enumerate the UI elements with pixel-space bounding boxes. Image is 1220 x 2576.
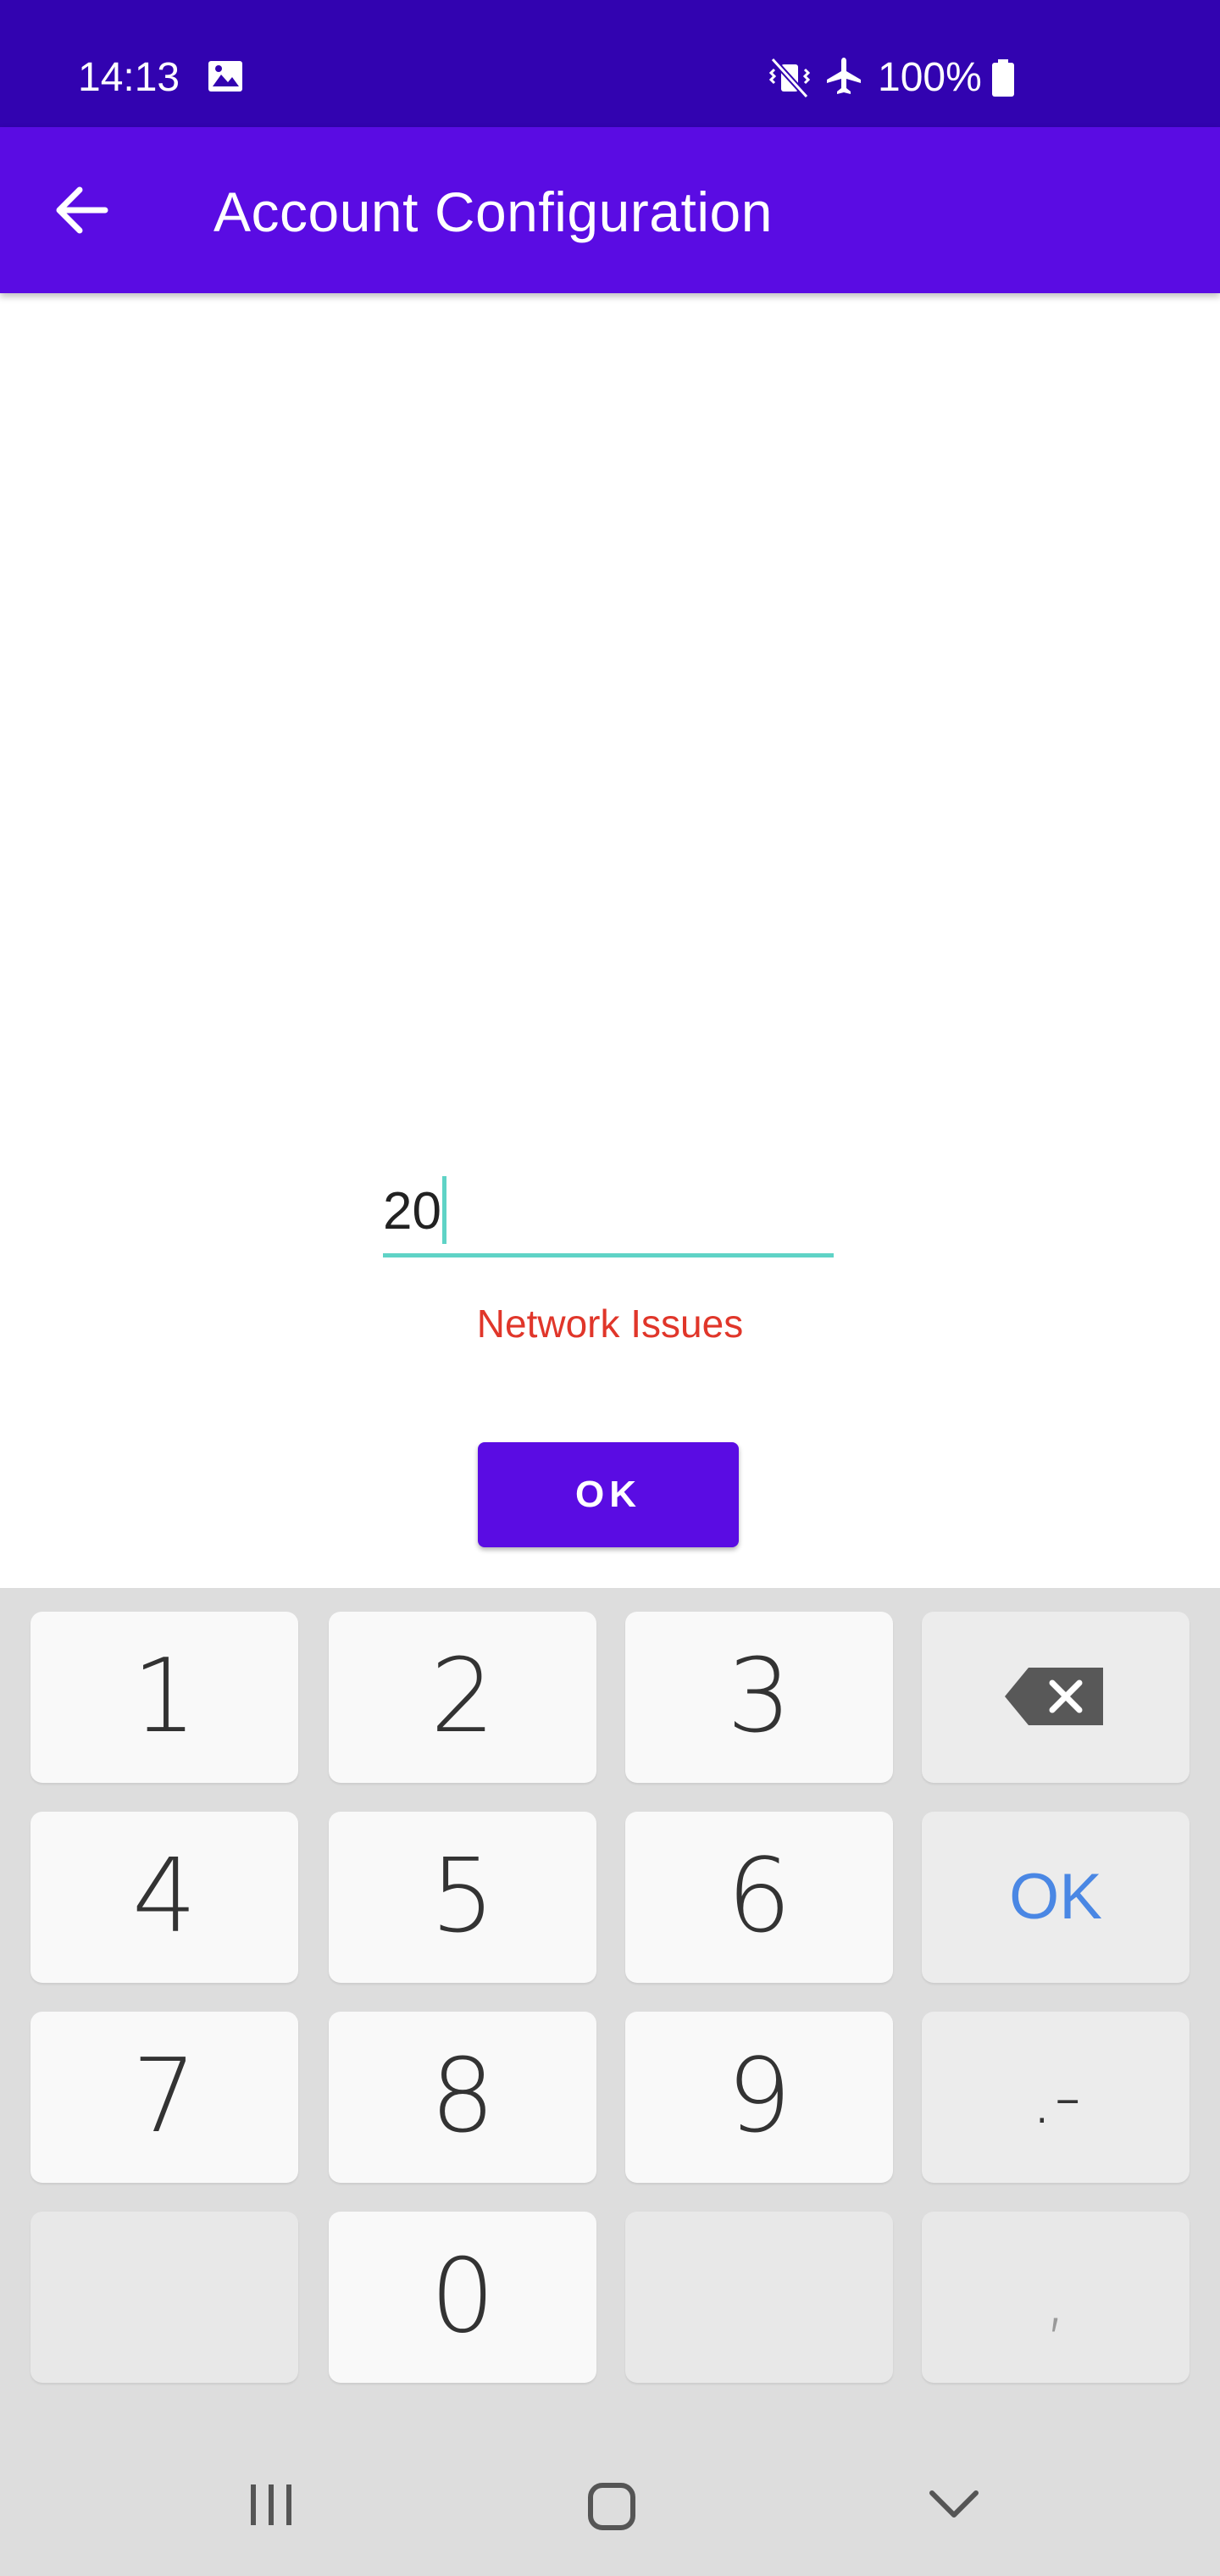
home-icon[interactable] <box>586 2481 637 2532</box>
back-chevron-icon[interactable] <box>927 2486 981 2523</box>
status-bar: 14:13 100% <box>0 0 1220 127</box>
input-value: 20 <box>383 1182 441 1241</box>
status-time: 14:13 <box>78 55 180 100</box>
blank-key-middle <box>625 2212 893 2383</box>
error-message: Network Issues <box>476 1302 744 1346</box>
account-number-input[interactable]: 20 <box>383 1169 834 1257</box>
key-6[interactable]: 6 <box>625 1812 893 1983</box>
key-1[interactable]: 1 <box>30 1612 298 1783</box>
key-2[interactable]: 2 <box>329 1612 596 1783</box>
backspace-icon <box>1005 1668 1103 1725</box>
text-cursor <box>442 1176 446 1244</box>
comma-key[interactable]: , <box>922 2212 1190 2383</box>
battery-icon <box>992 59 1014 97</box>
key-8[interactable]: 8 <box>329 2012 596 2183</box>
page-title: Account Configuration <box>214 180 773 243</box>
key-3[interactable]: 3 <box>625 1612 893 1783</box>
keyboard-ok-key[interactable]: OK <box>922 1812 1190 1983</box>
airplane-mode-icon <box>827 58 861 94</box>
dot-minus-key[interactable]: .- <box>922 2012 1190 2183</box>
backspace-key[interactable] <box>922 1612 1190 1783</box>
mute-vibrate-icon <box>768 57 811 99</box>
key-4[interactable]: 4 <box>30 1812 298 1983</box>
key-5[interactable]: 5 <box>329 1812 596 1983</box>
key-0[interactable]: 0 <box>329 2212 596 2383</box>
arrow-back-icon[interactable] <box>51 183 112 237</box>
gallery-icon <box>208 61 242 92</box>
blank-key-left <box>30 2212 298 2383</box>
key-9[interactable]: 9 <box>625 2012 893 2183</box>
battery-percent: 100% <box>878 55 982 100</box>
app-bar: Account Configuration <box>0 127 1220 293</box>
key-7[interactable]: 7 <box>30 2012 298 2183</box>
ok-button[interactable]: OK <box>478 1442 739 1547</box>
numeric-keyboard: 1 2 3 4 5 6 OK 7 8 9 .- 0 , <box>0 1588 1220 2576</box>
recent-apps-icon[interactable] <box>246 2481 297 2529</box>
